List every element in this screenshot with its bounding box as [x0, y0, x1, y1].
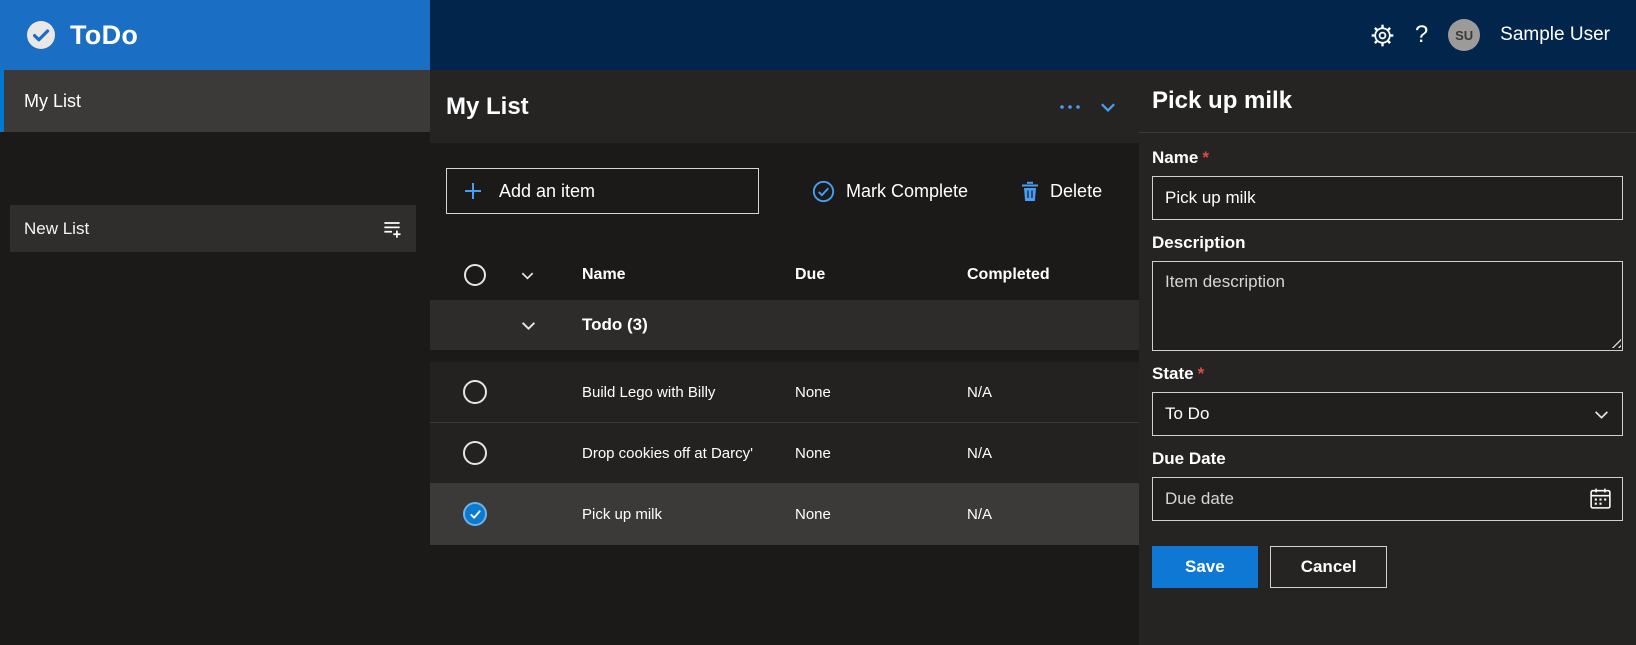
detail-panel: Pick up milk Name* Description State* To…	[1139, 70, 1636, 645]
column-header-completed[interactable]: Completed	[967, 266, 1139, 284]
help-button[interactable]: ?	[1415, 21, 1428, 49]
description-field[interactable]	[1152, 261, 1623, 351]
due-date-wrap	[1152, 477, 1623, 521]
plus-icon	[463, 181, 483, 201]
column-header-due[interactable]: Due	[795, 266, 967, 284]
new-list-input[interactable]	[24, 219, 380, 239]
detail-header: Pick up milk	[1139, 70, 1636, 133]
add-list-icon	[380, 217, 404, 241]
avatar[interactable]: SU	[1448, 19, 1480, 51]
group-chevron-icon	[520, 317, 582, 334]
column-header-name[interactable]: Name	[582, 266, 795, 284]
table-row-selected[interactable]: Pick up milk None N/A	[430, 484, 1139, 545]
ellipsis-icon	[1059, 103, 1081, 111]
chevron-down-icon	[1593, 406, 1610, 423]
group-header-row[interactable]: Todo (3)	[430, 300, 1139, 350]
required-asterisk: *	[1202, 148, 1209, 167]
help-icon: ?	[1415, 21, 1428, 49]
gear-icon	[1370, 23, 1395, 48]
cell-due: None	[795, 445, 967, 462]
due-date-field[interactable]	[1152, 477, 1623, 521]
state-value: To Do	[1165, 404, 1209, 424]
table-header-row: Name Due Completed	[430, 250, 1139, 300]
delete-label: Delete	[1050, 181, 1102, 202]
row-checkbox[interactable]	[463, 380, 487, 404]
sidebar-item-label: My List	[24, 91, 81, 112]
list-title: My List	[446, 93, 529, 121]
cell-name: Pick up milk	[582, 506, 795, 523]
calendar-picker-button[interactable]	[1588, 486, 1613, 511]
user-name[interactable]: Sample User	[1500, 24, 1610, 46]
list-panel-header: My List	[430, 70, 1139, 143]
list-overflow-button[interactable]	[1059, 103, 1081, 111]
app-title: ToDo	[70, 20, 138, 51]
list-panel: My List	[430, 70, 1139, 645]
sidebar-item-my-list[interactable]: My List	[0, 70, 430, 132]
cell-due: None	[795, 506, 967, 523]
cell-completed: N/A	[967, 506, 1139, 523]
cancel-button[interactable]: Cancel	[1270, 546, 1388, 588]
todo-app: ToDo	[0, 0, 1636, 645]
mark-complete-button[interactable]: Mark Complete	[811, 179, 968, 204]
due-date-label: Due Date	[1152, 449, 1623, 469]
description-wrap	[1152, 261, 1623, 351]
delete-button[interactable]: Delete	[1020, 180, 1102, 202]
chevron-down-icon	[1099, 98, 1117, 116]
table-row[interactable]: Build Lego with Billy None N/A	[430, 362, 1139, 423]
state-label: State*	[1152, 364, 1623, 384]
group-label: Todo (3)	[582, 315, 795, 335]
settings-button[interactable]	[1370, 23, 1395, 48]
sidebar: My List	[0, 70, 430, 645]
create-list-button[interactable]	[380, 217, 404, 241]
items-table: Name Due Completed Todo (3) Build Lego w…	[430, 250, 1139, 545]
save-button[interactable]: Save	[1152, 546, 1258, 588]
name-field[interactable]	[1152, 176, 1623, 220]
app-logo-check-icon	[26, 20, 56, 50]
mark-complete-label: Mark Complete	[846, 181, 968, 202]
row-checkbox-checked[interactable]	[463, 502, 487, 526]
state-dropdown[interactable]: To Do	[1152, 392, 1623, 436]
add-item-button[interactable]: Add an item	[446, 168, 759, 214]
cell-due: None	[795, 384, 967, 401]
topbar-actions: ? SU Sample User	[430, 0, 1636, 70]
trash-icon	[1020, 180, 1040, 202]
required-asterisk: *	[1198, 364, 1205, 383]
cell-name: Drop cookies off at Darcy'	[582, 445, 795, 462]
list-header-actions	[1059, 98, 1117, 116]
name-label: Name*	[1152, 148, 1623, 168]
list-collapse-button[interactable]	[1099, 98, 1117, 116]
detail-form: Name* Description State* To Do Due Date	[1139, 133, 1636, 588]
form-actions: Save Cancel	[1152, 546, 1623, 588]
list-toolbar: Add an item Mark Complete	[446, 168, 1123, 214]
cell-completed: N/A	[967, 384, 1139, 401]
select-all-checkbox[interactable]	[464, 264, 486, 286]
check-circle-icon	[811, 179, 836, 204]
topbar: ToDo	[0, 0, 1636, 70]
topbar-brand: ToDo	[0, 0, 430, 70]
row-checkbox[interactable]	[463, 441, 487, 465]
description-label: Description	[1152, 233, 1623, 253]
cell-name: Build Lego with Billy	[582, 384, 795, 401]
cell-completed: N/A	[967, 445, 1139, 462]
table-row[interactable]: Drop cookies off at Darcy' None N/A	[430, 423, 1139, 484]
new-list-row	[10, 205, 416, 252]
collapse-all-chevron-icon[interactable]	[520, 268, 582, 283]
calendar-icon	[1588, 486, 1613, 511]
detail-title: Pick up milk	[1152, 87, 1292, 115]
add-item-label: Add an item	[499, 181, 595, 202]
